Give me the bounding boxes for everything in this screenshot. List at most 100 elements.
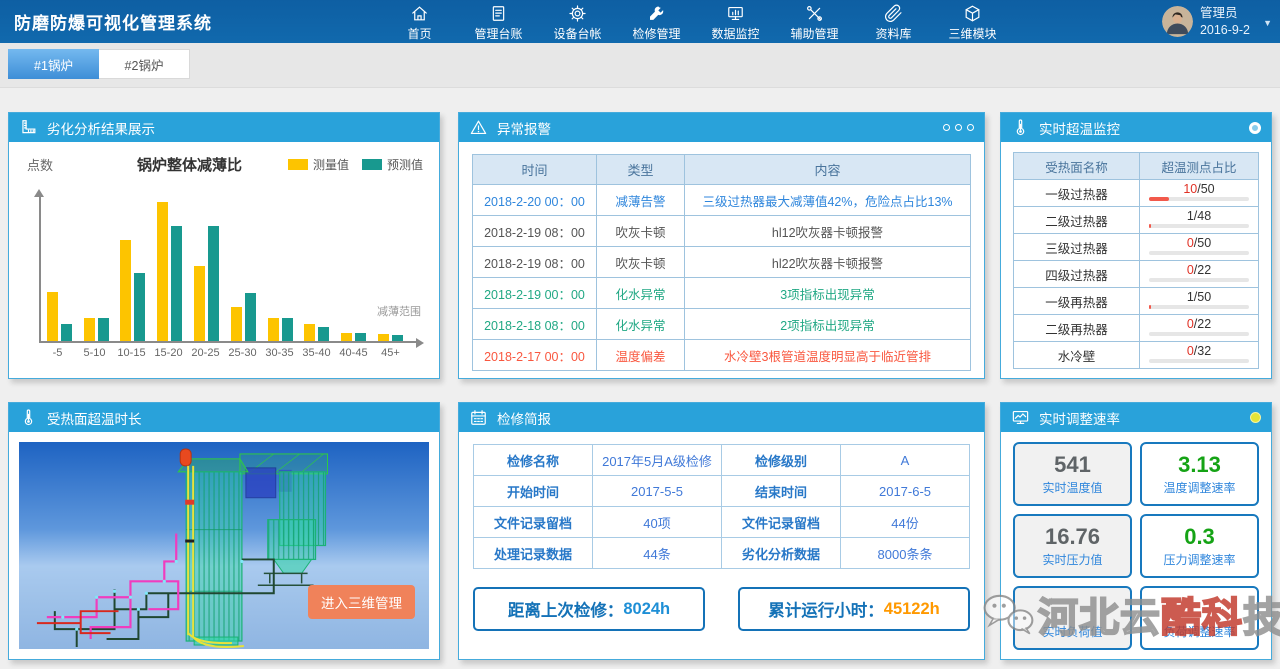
metric-label: 负荷调整速率 [1163, 623, 1235, 640]
alarm-type: 化水异常 [597, 309, 685, 340]
category-label: 20-25 [187, 347, 224, 359]
alarm-type: 化水异常 [597, 278, 685, 309]
nav-item-overhaul[interactable]: 检修管理 [617, 2, 696, 42]
ratio-numerator: 10 [1183, 182, 1197, 196]
chart-categories: -55-1010-1515-2020-2525-3030-3535-4040-4… [39, 347, 419, 359]
surface-name: 一级再热器 [1014, 288, 1140, 315]
ratio-value: 0/22 [1140, 263, 1258, 277]
ledger-icon [489, 4, 508, 23]
metric-value: 16.76 [1045, 524, 1100, 549]
legend-swatch [288, 159, 308, 170]
ratio-value: 0/32 [1140, 344, 1258, 358]
maintenance-label: 处理记录数据 [474, 538, 593, 569]
status-light-icon [1249, 122, 1261, 134]
nav-item-assist[interactable]: 辅助管理 [775, 2, 854, 42]
bar-measured [84, 318, 95, 341]
surface-name: 四级过热器 [1014, 261, 1140, 288]
bar-predicted [245, 293, 256, 341]
nav-item-ledger[interactable]: 管理台账 [459, 2, 538, 42]
column-header: 类型 [597, 155, 685, 185]
total-hours-button[interactable]: 累计运行小时：45122h [738, 587, 970, 631]
ratio-bar [1149, 305, 1249, 309]
ratio-bar-fill [1149, 305, 1151, 309]
tab-boiler-1[interactable]: #1锅炉 [8, 49, 99, 79]
nav-item-label: 资料库 [875, 25, 911, 42]
avatar [1162, 6, 1193, 37]
bar-measured [231, 307, 242, 341]
maintenance-value: 44条 [593, 538, 722, 569]
metric-label: 实时压力值 [1042, 551, 1102, 568]
bar-measured [378, 334, 389, 341]
bar-predicted [134, 273, 145, 341]
nav-item-threeD[interactable]: 三维模块 [933, 2, 1012, 42]
ratio-bar [1149, 251, 1249, 255]
ratio-numerator: 1 [1187, 290, 1194, 304]
panel-title: 检修简报 [497, 408, 551, 428]
alarm-table: 时间类型内容 2018-2-20 00：00减薄告警三级过热器最大减薄值42%，… [472, 154, 971, 371]
boiler-tabstrip: #1锅炉 #2锅炉 [0, 43, 1280, 88]
nav-item-equipment[interactable]: 设备台帐 [538, 2, 617, 42]
alarm-time: 2018-2-19 08：00 [473, 247, 597, 278]
alarm-row: 2018-2-19 00：00化水异常3项指标出现异常 [473, 278, 971, 309]
bar-measured [268, 318, 279, 341]
category-label: 25-30 [224, 347, 261, 359]
ratio-value: 0/22 [1140, 317, 1258, 331]
app-title: 防磨防爆可视化管理系统 [14, 9, 380, 34]
paperclip-icon [884, 4, 903, 23]
alarm-type: 减薄告警 [597, 185, 685, 216]
nav-item-home[interactable]: 首页 [380, 2, 459, 42]
wrench-icon [647, 4, 666, 23]
ratio-value: 1/50 [1140, 290, 1258, 304]
chevron-down-icon[interactable]: ▼ [1263, 18, 1272, 28]
bar-group [299, 324, 336, 341]
bar-measured [304, 324, 315, 341]
nav-item-label: 数据监控 [711, 25, 759, 42]
maintenance-label: 检修级别 [721, 445, 840, 476]
ratio-numerator: 0 [1187, 344, 1194, 358]
surface-name: 水冷壁 [1014, 342, 1140, 369]
status-light-icon [1250, 412, 1261, 423]
overheat-row: 水冷壁0/32 [1014, 342, 1259, 369]
maintenance-value: 8000条条 [841, 538, 970, 569]
maintenance-label: 文件记录留档 [721, 507, 840, 538]
maintenance-label: 劣化分析数据 [721, 538, 840, 569]
maintenance-value: 2017年5月A级检修 [593, 445, 722, 476]
bar-predicted [392, 335, 403, 341]
alarm-time: 2018-2-19 08：00 [473, 216, 597, 247]
nav-item-data[interactable]: 数据监控 [696, 2, 775, 42]
maintenance-row: 文件记录留档40项文件记录留档44份 [474, 507, 970, 538]
last-maintenance-button[interactable]: 距离上次检修：8024h [473, 587, 705, 631]
alarm-type: 吹灰卡顿 [597, 216, 685, 247]
bar-chart: 减薄范围 [39, 193, 419, 343]
overheat-row: 一级再热器1/50 [1014, 288, 1259, 315]
enter-3d-button[interactable]: 进入三维管理 [308, 585, 415, 619]
bar-predicted [171, 226, 182, 341]
metric-card: 541实时温度值 [1013, 442, 1132, 506]
maintenance-row: 检修名称2017年5月A级检修检修级别A [474, 445, 970, 476]
nav-item-label: 辅助管理 [790, 25, 838, 42]
bar-predicted [282, 318, 293, 341]
surface-name: 二级再热器 [1014, 315, 1140, 342]
category-label: 35-40 [298, 347, 335, 359]
alarm-row: 2018-2-19 08：00吹灰卡顿hl22吹灰器卡顿报警 [473, 247, 971, 278]
alarm-time: 2018-2-18 08：00 [473, 309, 597, 340]
user-box[interactable]: 管理员 2016-9-2 [1162, 5, 1250, 39]
maintenance-value: 40项 [593, 507, 722, 538]
alarm-row: 2018-2-19 08：00吹灰卡顿hl12吹灰器卡顿报警 [473, 216, 971, 247]
user-name: 管理员 [1200, 5, 1250, 22]
summary-label: 距离上次检修： [508, 597, 624, 621]
panel-alarms: 异常报警 时间类型内容 2018-2-20 00：00减薄告警三级过热器最大减薄… [458, 112, 985, 379]
summary-label: 累计运行小时： [768, 597, 884, 621]
category-label: 15-20 [150, 347, 187, 359]
ratio-bar [1149, 278, 1249, 282]
ratio-denominator: /22 [1194, 263, 1211, 277]
more-options-icon[interactable] [943, 124, 974, 131]
nav-item-library[interactable]: 资料库 [854, 2, 933, 42]
tab-boiler-2[interactable]: #2锅炉 [99, 49, 190, 79]
ratio-numerator: 0 [1187, 263, 1194, 277]
tools-icon [805, 4, 824, 23]
bar-predicted [208, 226, 219, 341]
panel-maintenance: 检修简报 检修名称2017年5月A级检修检修级别A开始时间2017-5-5结束时… [458, 402, 985, 660]
bar-measured [120, 240, 131, 341]
bar-measured [47, 292, 58, 341]
